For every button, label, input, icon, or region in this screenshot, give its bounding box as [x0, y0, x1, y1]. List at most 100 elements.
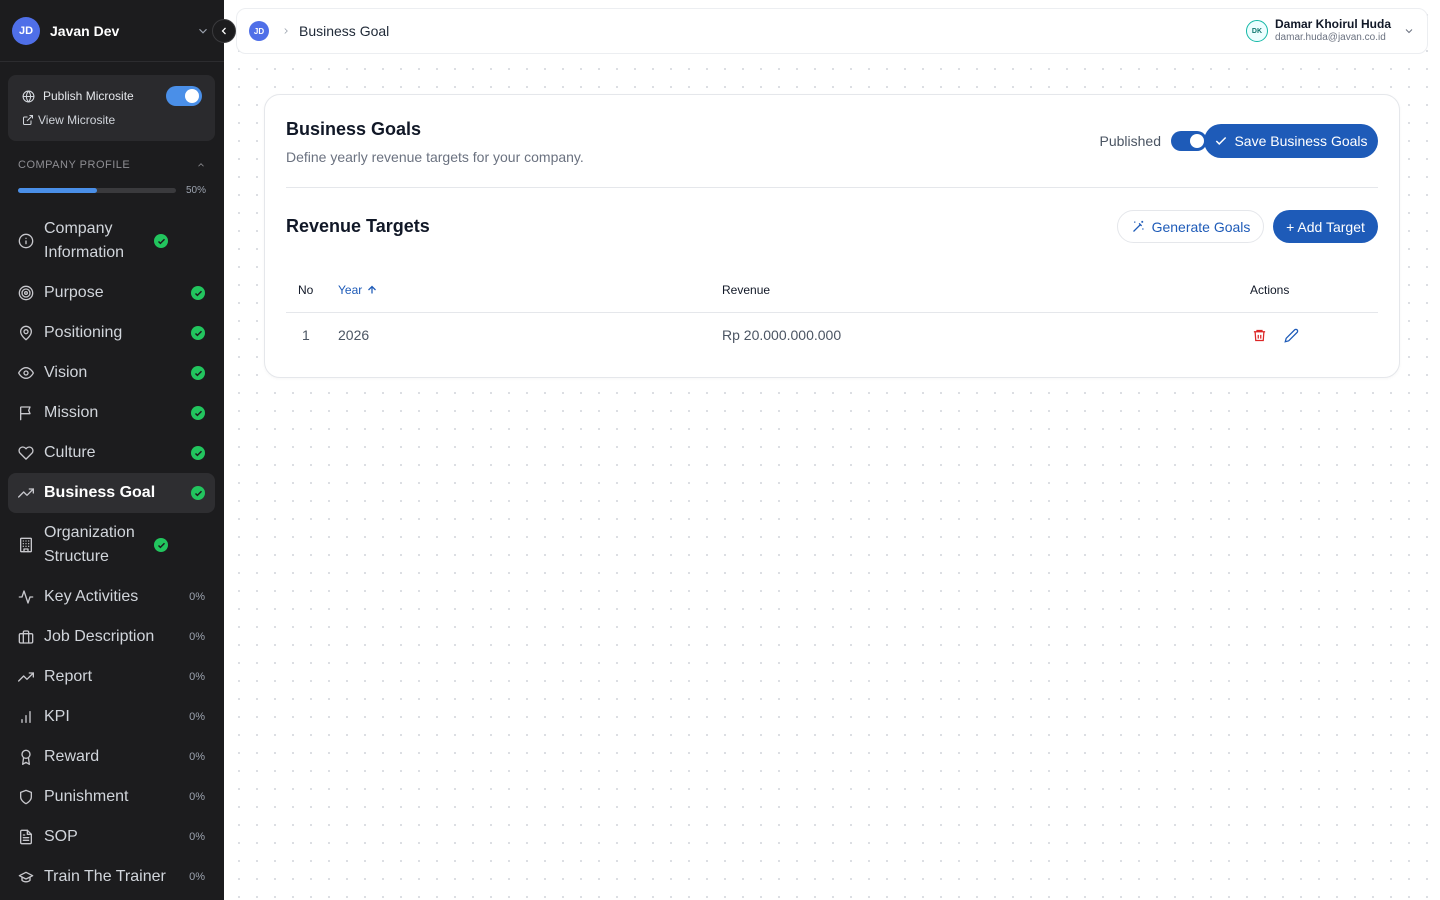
check-circle-icon [191, 446, 205, 460]
generate-goals-button[interactable]: Generate Goals [1117, 210, 1264, 243]
user-email: damar.huda@javan.co.id [1274, 32, 1386, 43]
check-circle-icon [154, 538, 168, 552]
sidebar-item-mission[interactable]: Mission [8, 393, 215, 433]
sidebar-item-label: Mission [44, 404, 99, 421]
column-header-actions: Actions [1250, 282, 1290, 297]
chevron-right-icon [284, 28, 288, 34]
award-icon [18, 749, 34, 765]
sidebar-item-punishment[interactable]: Punishment 0% [8, 777, 215, 817]
sidebar-item-company-information[interactable]: Company Information [8, 209, 215, 273]
published-label: Published [1099, 133, 1162, 149]
profile-progress: 50% [0, 185, 224, 196]
progress-badge: 0% [189, 871, 205, 883]
sidebar-item-label: Punishment [44, 788, 129, 805]
trash-icon[interactable] [1250, 326, 1268, 344]
check-circle-icon [191, 406, 205, 420]
generate-goals-label: Generate Goals [1151, 218, 1251, 235]
workspace-switcher[interactable]: JD Javan Dev [0, 0, 224, 62]
magic-wand-icon [1132, 220, 1144, 232]
table-row: 1 2026 Rp 20.000.000.000 [286, 313, 1378, 357]
column-header-revenue: Revenue [722, 282, 771, 297]
info-icon [18, 233, 34, 249]
breadcrumb-avatar[interactable]: JD [249, 21, 269, 41]
sidebar-item-label: Vision [44, 364, 88, 381]
sidebar-item-business-goal[interactable]: Business Goal [8, 473, 215, 513]
table-header: No Year Revenue Actions [286, 267, 1378, 313]
publish-microsite-toggle[interactable] [166, 86, 202, 106]
sidebar-item-label: KPI [44, 708, 70, 725]
progress-badge: 0% [189, 751, 205, 763]
sidebar-item-kpi[interactable]: KPI 0% [8, 697, 215, 737]
user-name: Damar Khoirul Huda [1274, 17, 1391, 31]
published-toggle[interactable] [1171, 131, 1207, 151]
building-icon [18, 537, 34, 553]
sidebar-item-job-description[interactable]: Job Description 0% [8, 617, 215, 657]
column-header-year-label: Year [338, 282, 363, 297]
sidebar-item-reward[interactable]: Reward 0% [8, 737, 215, 777]
revenue-targets-title: Revenue Targets [286, 216, 430, 236]
sidebar-item-culture[interactable]: Culture [8, 433, 215, 473]
progress-badge: 0% [189, 671, 205, 683]
chevron-down-icon [199, 28, 207, 34]
sidebar-item-organization-structure[interactable]: Organization Structure [8, 513, 215, 577]
company-profile-section-header[interactable]: COMPANY PROFILE [0, 159, 224, 171]
company-profile-label: COMPANY PROFILE [18, 159, 131, 171]
user-menu[interactable]: DK Damar Khoirul Huda damar.huda@javan.c… [1245, 17, 1415, 44]
briefcase-icon [18, 629, 34, 645]
save-business-goals-button[interactable]: Save Business Goals [1204, 124, 1378, 158]
sidebar-item-vision[interactable]: Vision [8, 353, 215, 393]
top-bar: JD Business Goal DK Damar Khoirul Huda d… [236, 8, 1428, 54]
progress-badge: 0% [189, 711, 205, 723]
check-icon [1216, 136, 1227, 145]
eye-icon [18, 365, 34, 381]
column-header-year[interactable]: Year [338, 283, 722, 297]
check-circle-icon [191, 366, 205, 380]
publish-card: Publish Microsite View Microsite [8, 75, 215, 141]
collapse-sidebar-button[interactable] [212, 19, 236, 43]
sidebar-item-purpose[interactable]: Purpose [8, 273, 215, 313]
add-target-label: + Add Target [1286, 218, 1365, 235]
workspace-name: Javan Dev [50, 22, 120, 39]
sidebar-item-train-the-trainer[interactable]: Train The Trainer 0% [8, 857, 215, 897]
chevron-up-icon [198, 163, 204, 167]
published-toggle-group: Published [1099, 131, 1207, 151]
progress-fill [18, 188, 97, 193]
sidebar-item-label: Company Information [44, 220, 125, 261]
progress-track [18, 188, 176, 193]
sidebar-item-label: Purpose [44, 284, 104, 301]
shield-icon [18, 789, 34, 805]
column-header-no: No [298, 282, 314, 297]
cell-revenue: Rp 20.000.000.000 [722, 327, 842, 343]
save-business-goals-label: Save Business Goals [1234, 133, 1368, 149]
check-circle-icon [191, 486, 205, 500]
trending-up-icon [18, 669, 34, 685]
progress-badge: 0% [189, 831, 205, 843]
page-title: Business Goals [286, 119, 422, 139]
sidebar-item-key-activities[interactable]: Key Activities 0% [8, 577, 215, 617]
check-circle-icon [154, 234, 168, 248]
breadcrumb-current: Business Goal [299, 23, 390, 39]
add-target-button[interactable]: + Add Target [1273, 210, 1378, 243]
sidebar-nav: Company Information Purpose Positioning Vis… [0, 209, 224, 897]
chevron-down-icon [1405, 29, 1413, 34]
flag-icon [18, 405, 34, 421]
pencil-icon[interactable] [1282, 326, 1300, 344]
sidebar: JD Javan Dev Publish Microsite View Micr… [0, 0, 224, 900]
chevron-left-icon [221, 27, 226, 35]
arrow-up-icon [368, 285, 377, 293]
graduation-cap-icon [18, 869, 34, 885]
user-avatar: DK [1245, 20, 1268, 42]
sidebar-item-sop[interactable]: SOP 0% [8, 817, 215, 857]
cell-year: 2026 [338, 327, 370, 343]
cell-no: 1 [302, 327, 310, 343]
view-microsite-link[interactable]: View Microsite [22, 113, 201, 127]
sidebar-item-label: Train The Trainer [44, 868, 166, 885]
sidebar-item-report[interactable]: Report 0% [8, 657, 215, 697]
page-subtitle: Define yearly revenue targets for your c… [286, 149, 584, 165]
sidebar-item-label: Organization Structure [44, 524, 135, 565]
sidebar-item-positioning[interactable]: Positioning [8, 313, 215, 353]
progress-badge: 0% [189, 791, 205, 803]
globe-icon [22, 90, 35, 102]
divider [286, 187, 1378, 188]
map-pin-icon [18, 325, 34, 341]
